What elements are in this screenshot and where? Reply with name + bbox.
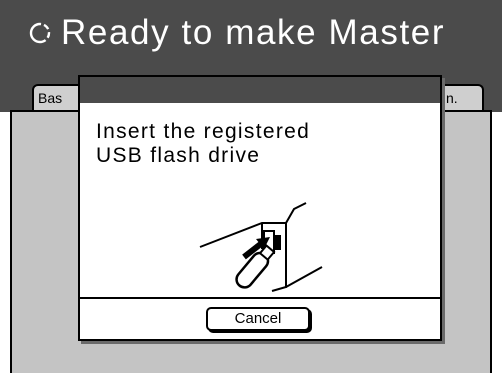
dialog-header bbox=[80, 77, 440, 103]
title-bar: Ready to make Master bbox=[0, 0, 502, 68]
screen: Ready to make Master Bas n. Insert the r… bbox=[0, 0, 502, 373]
dialog-divider bbox=[80, 297, 440, 299]
usb-insert-icon bbox=[199, 202, 323, 292]
dialog-message: Insert the registered USB flash drive bbox=[96, 120, 311, 167]
circle-arrows-icon bbox=[29, 22, 51, 44]
page-title: Ready to make Master bbox=[61, 13, 446, 52]
cancel-button[interactable]: Cancel bbox=[206, 307, 310, 331]
usb-dialog: Insert the registered USB flash drive Ca… bbox=[78, 75, 442, 341]
